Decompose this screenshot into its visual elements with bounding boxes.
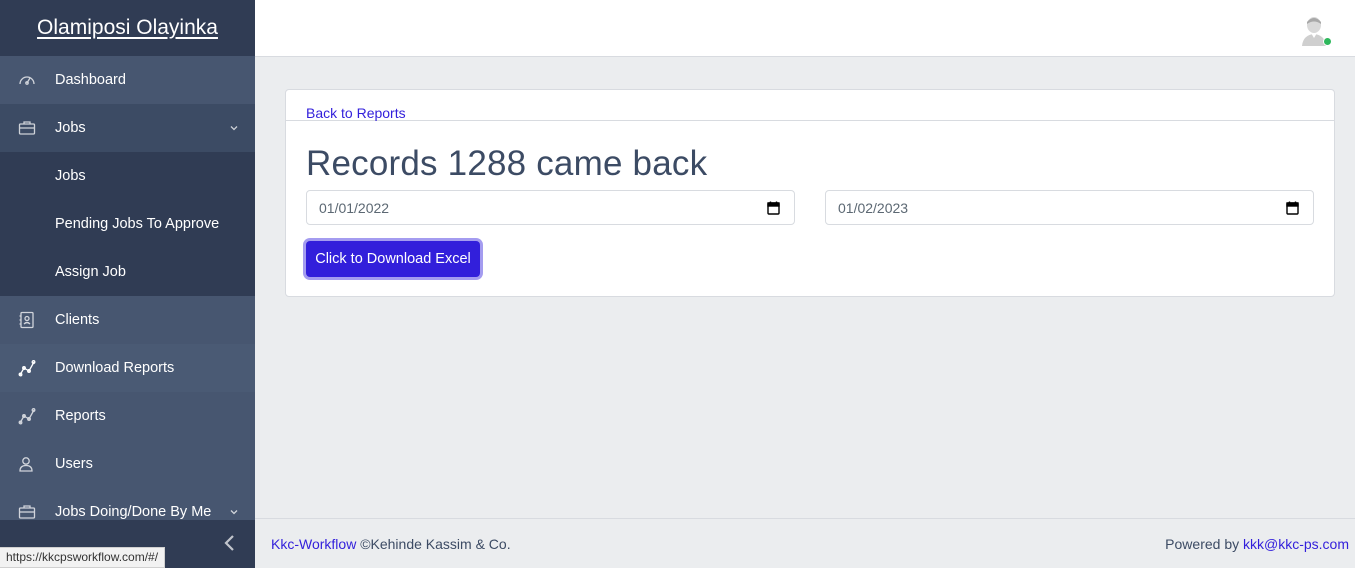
briefcase-icon [17,118,37,138]
users-icon [17,454,37,474]
top-header [255,0,1355,57]
sidebar-item-dashboard[interactable]: Dashboard [0,56,255,104]
page-title: Records 1288 came back [306,144,708,183]
sidebar-item-label: Jobs [55,120,86,136]
speedometer-icon [17,70,37,90]
brand-link[interactable]: Olamiposi Olayinka [37,16,218,40]
sidebar-item-label: Clients [55,312,100,328]
sidebar-subitem-pending-jobs[interactable]: Pending Jobs To Approve [0,200,255,248]
download-excel-button[interactable]: Click to Download Excel [306,241,480,277]
chevron-left-icon [222,534,238,552]
calendar-icon[interactable] [767,201,780,215]
sidebar-item-clients[interactable]: Clients [0,296,255,344]
back-to-reports-link[interactable]: Back to Reports [306,105,406,121]
chart-line-icon [17,358,37,378]
footer-email-link[interactable]: kkk@kkc-ps.com [1243,536,1349,552]
calendar-icon[interactable] [1286,201,1299,215]
end-date-field[interactable]: 01/02/2023 [825,190,1314,225]
sidebar-item-label: Jobs Doing/Done By Me [55,504,212,520]
sidebar-subitem-assign-job[interactable]: Assign Job [0,248,255,296]
chevron-down-icon [229,505,239,515]
jobs-submenu: Jobs Pending Jobs To Approve Assign Job [0,152,255,296]
end-date-value: 01/02/2023 [838,199,909,216]
sidebar-item-users[interactable]: Users [0,440,255,488]
sidebar-item-label: Download Reports [55,360,175,376]
user-avatar[interactable] [1297,12,1332,46]
footer-right: Powered by kkk@kkc-ps.com [1165,536,1349,552]
contact-icon [17,310,37,330]
footer-left: Kkc-Workflow ©Kehinde Kassim & Co. [271,536,511,552]
start-date-field[interactable]: 01/01/2022 [306,190,795,225]
sidebar-item-label: Users [55,456,93,472]
sidebar-subitem-jobs[interactable]: Jobs [0,152,255,200]
chart-line-icon [17,406,37,426]
start-date-value: 01/01/2022 [319,199,390,216]
sidebar-brand: Olamiposi Olayinka [0,0,255,56]
browser-status-url: https://kkcpsworkflow.com/#/ [0,547,166,568]
sidebar: Olamiposi Olayinka Dashboard Jobs Jobs P… [0,0,255,568]
sidebar-item-jobs[interactable]: Jobs [0,104,255,152]
online-status-indicator [1323,37,1332,46]
footer-copyright: ©Kehinde Kassim & Co. [360,535,511,552]
sidebar-item-reports[interactable]: Reports [0,392,255,440]
footer: Kkc-Workflow ©Kehinde Kassim & Co. Power… [255,518,1355,568]
briefcase-icon [17,502,37,522]
sidebar-item-label: Dashboard [55,72,126,88]
sidebar-item-download-reports[interactable]: Download Reports [0,344,255,392]
sidebar-item-label: Reports [55,408,106,424]
report-card: Back to Reports Records 1288 came back 0… [285,89,1335,297]
card-header: Back to Reports [286,90,1334,121]
chevron-down-icon [229,121,239,131]
footer-powered-by: Powered by [1165,535,1240,552]
footer-brand-link[interactable]: Kkc-Workflow [271,536,356,552]
